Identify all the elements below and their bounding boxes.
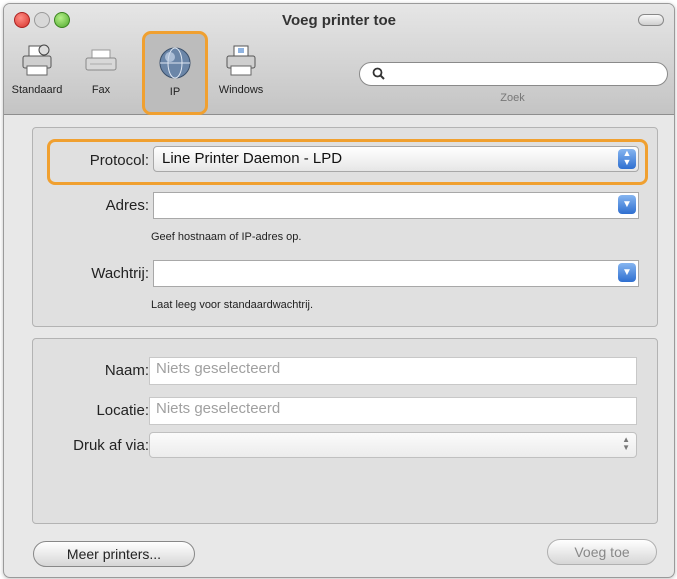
printer-icon [20,44,54,78]
toolbar: Voeg printer toe Standaard Fax IP Window… [4,4,674,115]
search-field[interactable] [359,62,668,86]
add-printer-window: Voeg printer toe Standaard Fax IP Window… [3,3,675,578]
address-field[interactable]: ▼ [153,192,639,219]
queue-hint: Laat leeg voor standaardwachtrij. [151,299,314,311]
name-field[interactable]: Niets geselecteerd [149,357,637,385]
print-via-popup-arrows-icon: ▲ ▼ [622,435,630,452]
protocol-select[interactable]: Line Printer Daemon - LPD ▲ ▼ [153,146,639,172]
toolbar-label: Fax [91,84,111,96]
protocol-label: Protocol: [89,152,149,169]
queue-dropdown-icon[interactable]: ▼ [618,263,636,282]
queue-field[interactable]: ▼ [153,260,639,287]
toolbar-ip[interactable]: IP [142,31,208,115]
search-icon [372,67,385,80]
globe-icon [158,46,192,80]
location-placeholder: Niets geselecteerd [156,400,281,417]
queue-label: Wachtrij: [91,265,149,282]
address-hint: Geef hostnaam of IP-adres op. [151,231,302,243]
toolbar-label: Windows [218,84,264,96]
toolbar-toggle-button[interactable] [638,14,664,26]
printer-info-section: Naam: Niets geselecteerd Locatie: Niets … [32,338,658,524]
more-printers-button[interactable]: Meer printers... [33,541,195,567]
protocol-section: Protocol: Line Printer Daemon - LPD ▲ ▼ A… [32,127,658,327]
print-via-select[interactable]: ▲ ▼ [149,432,637,458]
toolbar-windows[interactable]: Windows [210,44,272,96]
search-label: Zoek [500,92,525,104]
address-label: Adres: [105,197,149,214]
protocol-popup-arrows-icon: ▲ ▼ [618,149,636,169]
toolbar-label: Standaard [11,84,63,96]
windows-printer-icon [224,44,258,78]
toolbar-label: IP [169,86,181,98]
window-title: Voeg printer toe [282,12,396,29]
name-label: Naam: [104,362,149,379]
toolbar-fax[interactable]: Fax [78,44,124,96]
toolbar-standaard[interactable]: Standaard [6,44,68,96]
print-via-label: Druk af via: [73,437,149,454]
address-dropdown-icon[interactable]: ▼ [618,195,636,214]
protocol-value: Line Printer Daemon - LPD [162,150,343,167]
fax-icon [84,44,118,78]
location-label: Locatie: [96,402,149,419]
add-button[interactable]: Voeg toe [547,539,657,565]
location-field[interactable]: Niets geselecteerd [149,397,637,425]
name-placeholder: Niets geselecteerd [156,360,281,377]
